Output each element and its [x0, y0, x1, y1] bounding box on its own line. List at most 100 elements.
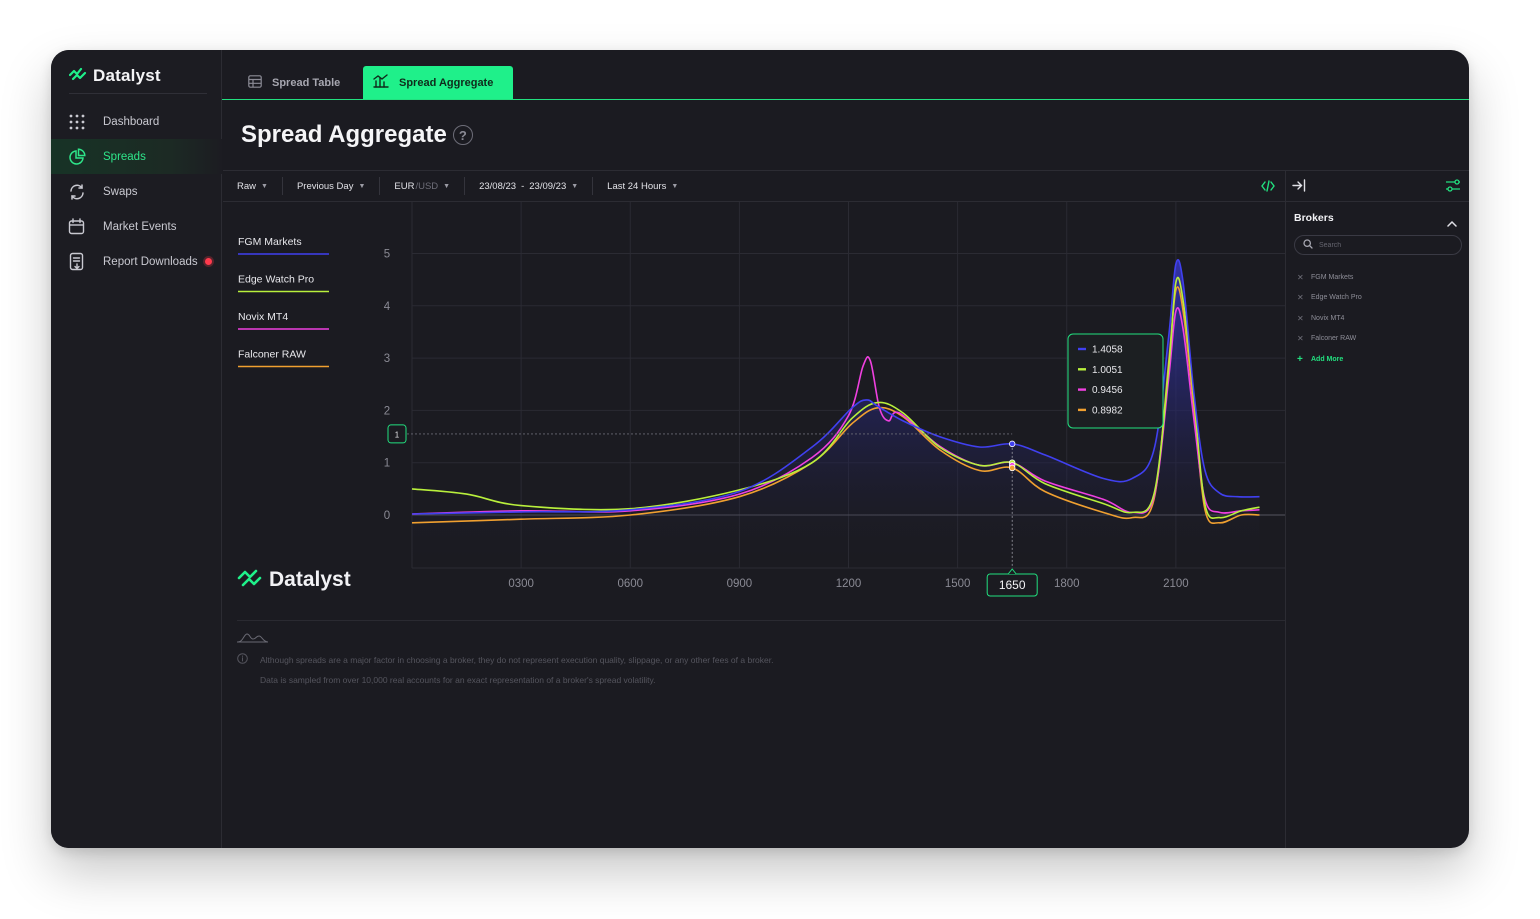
- report-icon: [67, 252, 86, 271]
- grid-dots-icon: [67, 112, 86, 131]
- add-more-button[interactable]: + Add More: [1297, 349, 1362, 370]
- brand-name: Datalyst: [93, 66, 161, 85]
- tab-spread-table[interactable]: Spread Table: [234, 66, 354, 99]
- y-tick-label: 4: [384, 301, 391, 313]
- pie-chart-icon: [67, 147, 86, 166]
- table-icon: [248, 74, 262, 91]
- tooltip-value: 0.9456: [1092, 385, 1123, 396]
- chevron-down-icon: ▼: [671, 182, 679, 190]
- sidebar-item-label: Dashboard: [103, 115, 160, 128]
- collapse-panel-icon[interactable]: [1292, 179, 1306, 197]
- remove-icon[interactable]: ✕: [1297, 273, 1305, 282]
- x-tick-label: 0900: [727, 578, 753, 590]
- x-tick-label: 2100: [1163, 578, 1189, 590]
- date-from: 23/08/23: [479, 180, 517, 192]
- tab-label: Spread Table: [272, 76, 341, 89]
- filter-settings-icon[interactable]: [1445, 179, 1461, 197]
- notification-badge: [204, 258, 212, 265]
- x-tick-label: 0300: [508, 578, 534, 590]
- hover-point: [1008, 464, 1016, 472]
- distribution-icon: [237, 630, 269, 648]
- panel-header-bar: [1286, 170, 1469, 202]
- sidebar-item-label: Swaps: [103, 185, 138, 198]
- y-tick-label: 5: [384, 249, 390, 261]
- y-tick-label: 3: [384, 353, 390, 365]
- pair-dropdown[interactable]: EUR/USD ▼: [380, 177, 466, 195]
- y-tick-label: 2: [384, 405, 390, 417]
- date-range-dropdown[interactable]: 23/08/23 - 23/09/23 ▼: [465, 177, 594, 195]
- help-icon[interactable]: ?: [452, 125, 473, 145]
- sidebar-item-swaps[interactable]: Swaps: [51, 174, 222, 209]
- disclaimer-line-1: Although spreads are a major factor in c…: [260, 655, 774, 665]
- legend-label: Edge Watch Pro: [238, 274, 314, 286]
- sidebar-item-report-downloads[interactable]: Report Downloads: [51, 244, 222, 279]
- swap-arrows-icon: [67, 182, 86, 201]
- broker-chip-label: Edge Watch Pro: [1311, 294, 1362, 302]
- sidebar: Datalyst Dashboard Spreads Swaps Market …: [51, 50, 222, 848]
- calendar-icon: [67, 217, 86, 236]
- mode-dropdown[interactable]: Raw ▼: [223, 177, 283, 195]
- legend-label: Novix MT4: [238, 311, 288, 323]
- x-crosshair-pointer: [1007, 568, 1017, 575]
- brokers-heading: Brokers: [1294, 212, 1334, 224]
- sidebar-item-spreads[interactable]: Spreads: [51, 139, 222, 174]
- remove-icon[interactable]: ✕: [1297, 334, 1305, 343]
- broker-chip: ✕ Falconer RAW: [1297, 329, 1362, 350]
- spread-chart[interactable]: FGM Markets Edge Watch Pro Novix MT4 Falcon…: [223, 202, 1285, 622]
- chart-icon: [373, 74, 389, 91]
- tab-spread-aggregate[interactable]: Spread Aggregate: [363, 66, 514, 99]
- x-tick-label: 0600: [617, 578, 643, 590]
- page-title: Spread Aggregate ?: [241, 121, 473, 149]
- window-value: Last 24 Hours: [607, 180, 667, 192]
- pair-quote: /USD: [415, 180, 439, 192]
- hover-point: [1008, 440, 1016, 448]
- broker-chip: ✕ Novix MT4: [1297, 308, 1362, 329]
- chevron-down-icon: ▼: [261, 182, 268, 190]
- app-window: Datalyst Dashboard Spreads Swaps Market …: [51, 50, 1469, 848]
- y-tick-label: 0: [384, 510, 390, 522]
- sidebar-item-label: Spreads: [103, 150, 146, 163]
- tooltip-value: 0.8982: [1092, 405, 1123, 416]
- page-title-text: Spread Aggregate: [241, 121, 447, 148]
- divider: [237, 620, 1285, 621]
- plus-icon: +: [1297, 353, 1303, 365]
- period-dropdown[interactable]: Previous Day ▼: [283, 177, 381, 195]
- broker-chip: ✕ FGM Markets: [1297, 267, 1362, 288]
- chevron-up-icon[interactable]: [1447, 214, 1457, 232]
- remove-icon[interactable]: ✕: [1297, 314, 1305, 323]
- chevron-down-icon: ▼: [443, 182, 451, 190]
- y-tick-label: 1: [384, 458, 390, 470]
- info-icon: [237, 651, 248, 669]
- x-tick-label: 1200: [836, 578, 862, 590]
- chart-watermark: Datalyst: [269, 568, 351, 591]
- window-dropdown[interactable]: Last 24 Hours ▼: [593, 177, 692, 195]
- sidebar-item-label: Report Downloads: [103, 255, 198, 268]
- period-value: Previous Day: [296, 180, 354, 192]
- filter-toolbar: Raw ▼ Previous Day ▼ EUR/USD ▼ 23/08/23 …: [223, 170, 1285, 202]
- sidebar-nav: Dashboard Spreads Swaps Market Events Re…: [51, 104, 222, 279]
- legend-label: Falconer RAW: [238, 349, 306, 361]
- sidebar-item-market-events[interactable]: Market Events: [51, 209, 222, 244]
- search-icon: [1303, 236, 1313, 254]
- search-input[interactable]: [1319, 241, 1449, 249]
- tab-label: Spread Aggregate: [399, 76, 494, 89]
- sidebar-item-dashboard[interactable]: Dashboard: [51, 104, 222, 139]
- sidebar-divider: [69, 93, 207, 94]
- add-more-label: Add More: [1311, 355, 1344, 363]
- broker-panel: Brokers ✕ FGM Markets ✕ Edge Watch Pro ✕ No…: [1285, 170, 1469, 848]
- broker-chip-label: FGM Markets: [1311, 273, 1354, 281]
- tab-bar: Spread Table Spread Aggregate: [222, 50, 1469, 100]
- broker-chip-label: Novix MT4: [1311, 314, 1345, 322]
- tooltip-value: 1.4058: [1092, 345, 1123, 356]
- remove-icon[interactable]: ✕: [1297, 293, 1305, 302]
- legend-label: FGM Markets: [238, 236, 302, 248]
- brand-logo[interactable]: Datalyst: [68, 66, 161, 86]
- date-to: 23/09/23: [529, 180, 567, 192]
- broker-search: [1294, 235, 1462, 255]
- tooltip-value: 1.0051: [1092, 365, 1123, 376]
- pair-base: EUR: [394, 180, 415, 192]
- chevron-down-icon: ▼: [358, 182, 366, 190]
- watermark-logo-icon: [237, 569, 258, 580]
- code-embed-icon[interactable]: [1261, 180, 1275, 195]
- x-tick-label: 1500: [945, 578, 971, 590]
